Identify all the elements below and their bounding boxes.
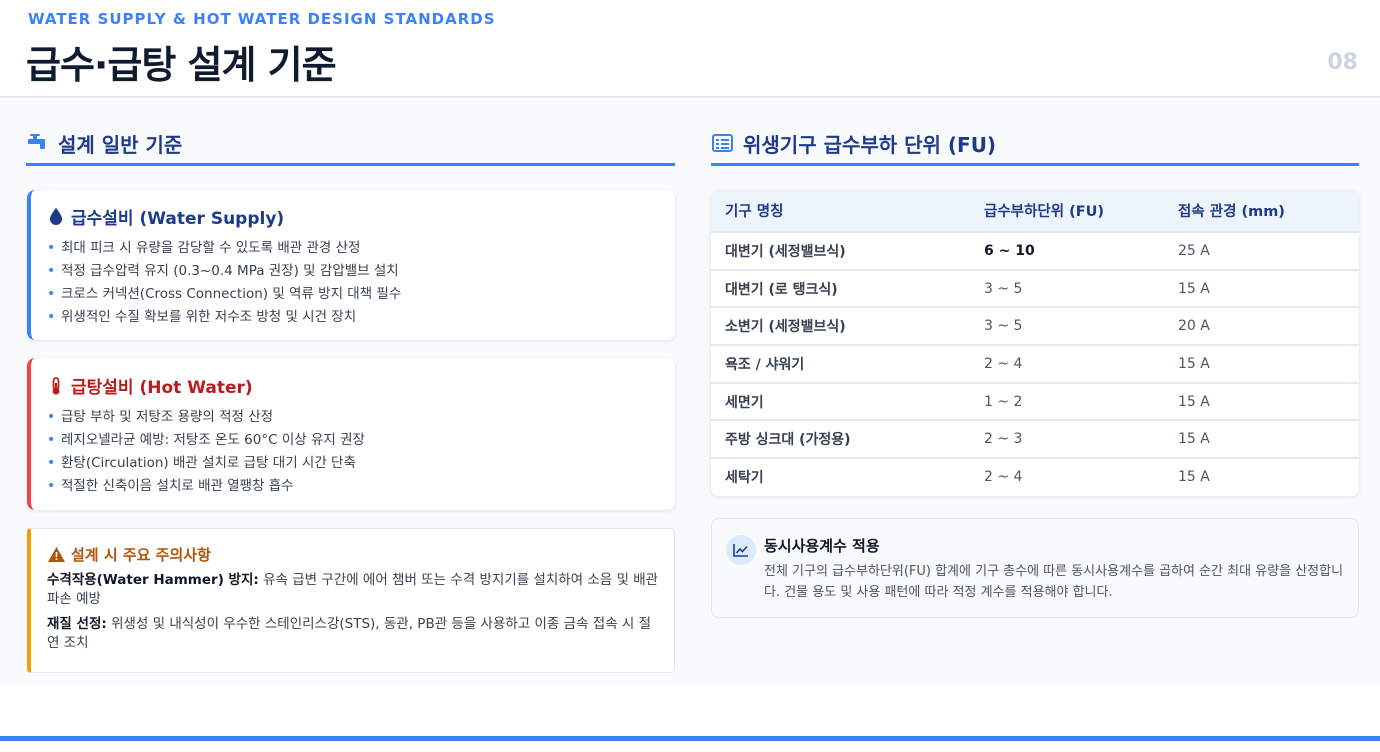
list-item: • 크로스 커넥션(Cross Connection) 및 역류 방지 대책 필수 [47, 286, 402, 302]
cell-fixture: 욕조 / 샤워기 [711, 344, 970, 383]
table-row: 대변기 (로 탱크식) 3 ~ 5 15 A [711, 268, 1359, 308]
water-supply-heading: 급수설비 (Water Supply) [47, 204, 661, 229]
cell-pipe: 20 A [1164, 306, 1359, 346]
list-item: • 환탕(Circulation) 배관 설치로 급탕 대기 시간 단축 [47, 455, 356, 471]
cell-fu: 3 ~ 5 [970, 306, 1164, 346]
thermometer-icon [47, 376, 65, 395]
footer-accent-bar [0, 736, 1380, 741]
column-header: 접속 관경 (mm) [1178, 204, 1285, 220]
hot-water-title: 급탕설비 (Hot Water) [71, 378, 253, 398]
hot-water-list: • 급탕 부하 및 저탕조 용량의 적정 산정 • 레지오넬라균 예방: 저탕조 온… [47, 406, 661, 498]
cell-fu: 2 ~ 4 [970, 457, 1164, 496]
table-row: 세탁기 2 ~ 4 15 A [711, 457, 1359, 496]
cell-pipe: 25 A [1164, 231, 1359, 270]
water-supply-card: 급수설비 (Water Supply) • 최대 피크 시 유량을 감당할 수 있… [27, 190, 675, 340]
list-item: • 급탕 부하 및 저탕조 용량의 적정 산정 [47, 409, 274, 425]
right-section-label: 위생기구 급수부하 단위 (FU) [743, 132, 997, 157]
simultaneous-use-info-card: 동시사용계수 적용 전체 기구의 급수부하단위(FU) 합계에 기구 총수에 따… [711, 518, 1359, 618]
page-number: 08 [1327, 50, 1358, 75]
caution-item: 수격작용(Water Hammer) 방지: 유속 급변 구간에 에어 챔버 또… [47, 572, 659, 607]
caution-item: 재질 선정: 위생성 및 내식성이 우수한 스테인리스강(STS), 동관, P… [47, 616, 652, 651]
caution-title: 설계 시 주요 주의사항 [71, 546, 211, 564]
cell-fixture: 소변기 (세정밸브식) [711, 306, 970, 346]
list-item: • 최대 피크 시 유량을 감당할 수 있도록 배관 관경 산정 [47, 240, 361, 256]
faucet-icon [26, 132, 48, 154]
cell-pipe: 15 A [1164, 381, 1359, 421]
table-list-icon [711, 132, 733, 154]
right-section-rule [711, 163, 1359, 166]
cell-pipe: 15 A [1164, 268, 1359, 308]
cell-pipe: 15 A [1164, 457, 1359, 496]
warning-icon [47, 546, 65, 564]
left-section-rule [26, 163, 675, 166]
cell-fixture: 주방 싱크대 (가정용) [711, 419, 970, 459]
fu-table-card: 기구 명칭 급수부하단위 (FU) 접속 관경 (mm) 대변기 (세정밸브식)… [711, 190, 1359, 496]
water-drop-icon [47, 208, 65, 226]
cell-fu: 2 ~ 4 [970, 344, 1164, 383]
cell-fu: 2 ~ 3 [970, 419, 1164, 459]
hot-water-card: 급탕설비 (Hot Water) • 급탕 부하 및 저탕조 용량의 적정 산정 … [27, 358, 675, 510]
list-item: • 위생적인 수질 확보를 위한 저수조 방청 및 시건 장치 [47, 309, 357, 325]
column-header: 급수부하단위 (FU) [984, 204, 1105, 220]
list-item: • 적절한 신축이음 설치로 배관 열팽창 흡수 [47, 478, 294, 494]
cell-fu: 3 ~ 5 [970, 268, 1164, 308]
column-header: 기구 명칭 [725, 204, 784, 220]
table-row: 소변기 (세정밸브식) 3 ~ 5 20 A [711, 306, 1359, 346]
cell-fixture: 대변기 (세정밸브식) [711, 231, 970, 270]
info-text: 전체 기구의 급수부하단위(FU) 합계에 기구 총수에 따른 동시사용계수를 … [764, 564, 1344, 600]
eyebrow: WATER SUPPLY & HOT WATER DESIGN STANDARD… [28, 10, 496, 28]
table-row: 세면기 1 ~ 2 15 A [711, 381, 1359, 421]
hot-water-heading: 급탕설비 (Hot Water) [47, 373, 661, 398]
caution-heading: 설계 시 주요 주의사항 [47, 544, 660, 565]
list-item: • 레지오넬라균 예방: 저탕조 온도 60°C 이상 유지 권장 [47, 432, 365, 448]
right-section-title: 위생기구 급수부하 단위 (FU) [711, 128, 996, 158]
cell-pipe: 15 A [1164, 419, 1359, 459]
cell-pipe: 15 A [1164, 344, 1359, 383]
water-supply-list: • 최대 피크 시 유량을 감당할 수 있도록 배관 관경 산정 • 적정 급수압력… [47, 237, 661, 329]
left-section-label: 설계 일반 기준 [58, 132, 183, 157]
left-section-title: 설계 일반 기준 [26, 128, 182, 158]
cell-fu: 1 ~ 2 [970, 381, 1164, 421]
cell-fixture: 대변기 (로 탱크식) [711, 268, 970, 308]
caution-card: 설계 시 주요 주의사항 수격작용(Water Hammer) 방지: 유속 급… [27, 528, 675, 673]
fu-table: 기구 명칭 급수부하단위 (FU) 접속 관경 (mm) 대변기 (세정밸브식)… [711, 190, 1359, 496]
cell-fu: 6 ~ 10 [970, 231, 1164, 270]
table-row: 욕조 / 샤워기 2 ~ 4 15 A [711, 344, 1359, 383]
table-row: 주방 싱크대 (가정용) 2 ~ 3 15 A [711, 419, 1359, 459]
line-chart-icon [726, 535, 756, 565]
header: WATER SUPPLY & HOT WATER DESIGN STANDARD… [0, 0, 1380, 98]
cell-fixture: 세면기 [711, 381, 970, 421]
water-supply-title: 급수설비 (Water Supply) [71, 209, 285, 229]
page-title: 급수·급탕 설계 기준 [26, 43, 337, 87]
table-header-row: 기구 명칭 급수부하단위 (FU) 접속 관경 (mm) [711, 190, 1359, 232]
table-row: 대변기 (세정밸브식) 6 ~ 10 25 A [711, 231, 1359, 270]
cell-fixture: 세탁기 [711, 457, 970, 496]
list-item: • 적정 급수압력 유지 (0.3~0.4 MPa 권장) 및 감압밸브 설치 [47, 263, 399, 279]
info-title: 동시사용계수 적용 [764, 537, 880, 555]
